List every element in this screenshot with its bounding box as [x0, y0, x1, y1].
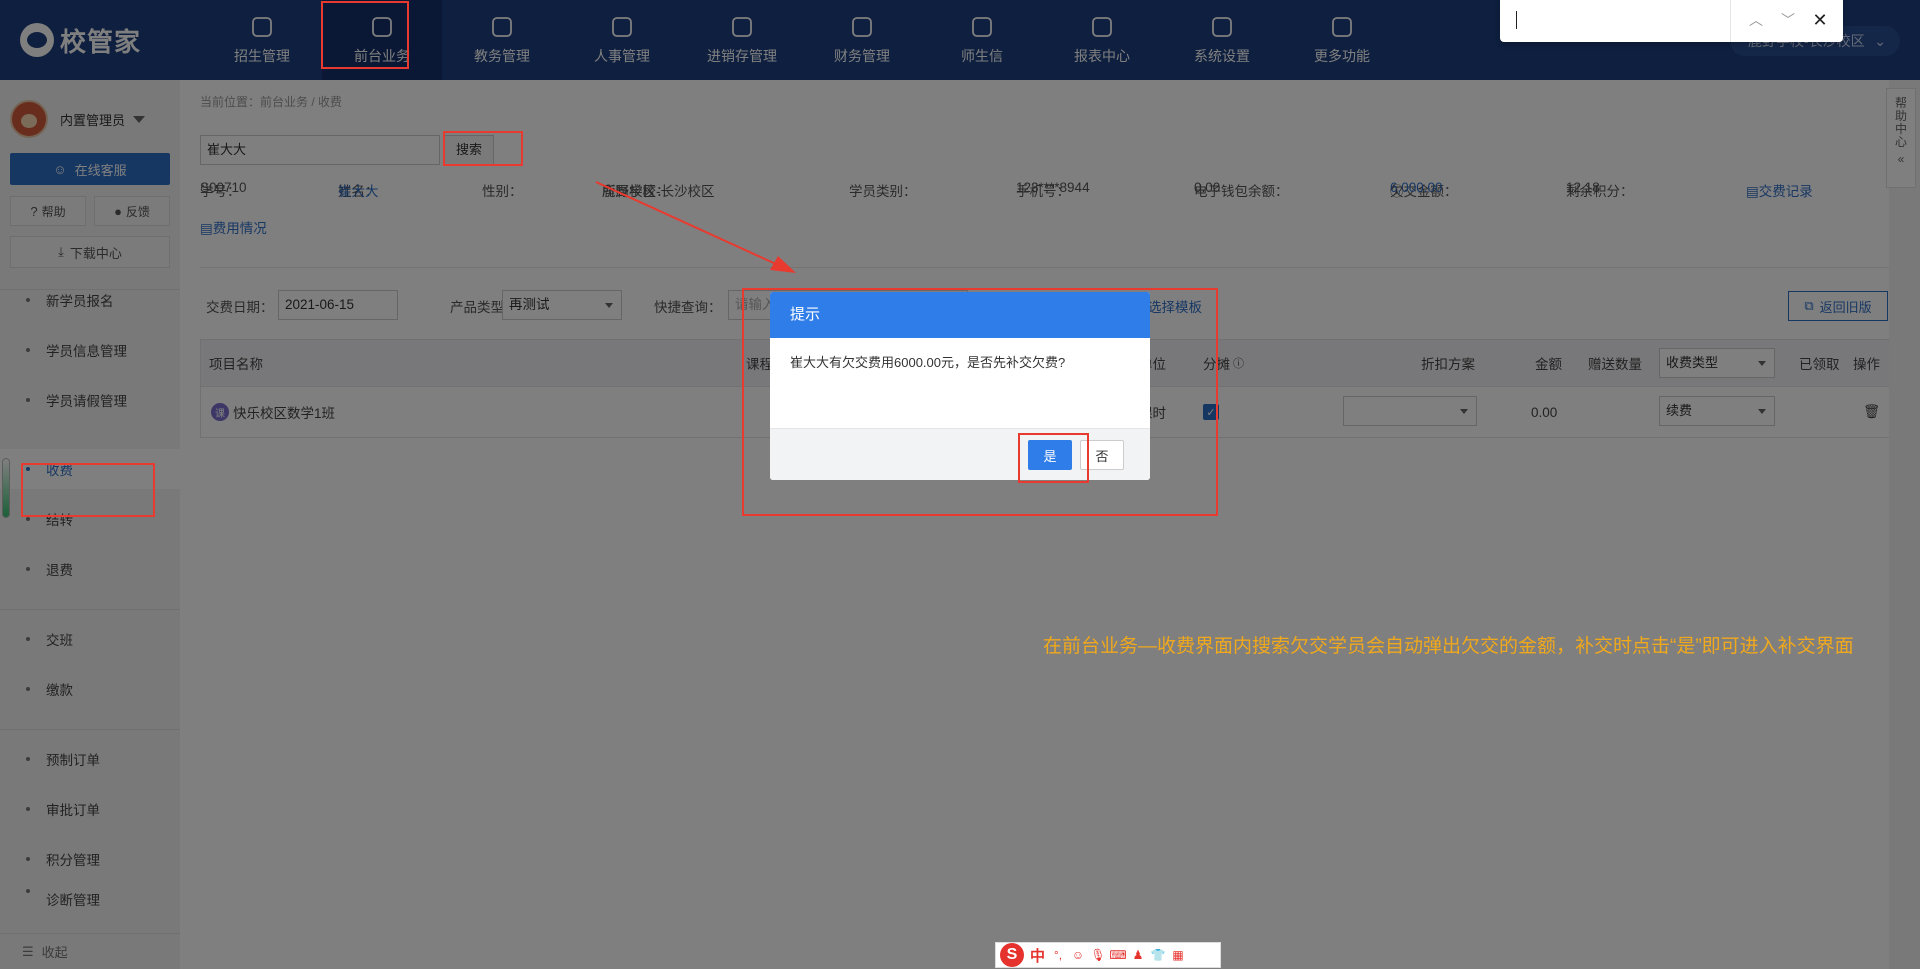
- microphone-icon[interactable]: 🎙: [1090, 948, 1105, 962]
- find-previous-icon[interactable]: ︿: [1746, 10, 1766, 30]
- punctuation-icon[interactable]: °,: [1051, 948, 1065, 962]
- keyboard-icon[interactable]: ⌨: [1109, 948, 1126, 962]
- annotation-arrow: [595, 181, 796, 273]
- ime-toolbar: S 中 °, ☺ 🎙 ⌨ ♟ 👕 ▦: [995, 942, 1221, 968]
- emoji-icon[interactable]: ☺: [1071, 948, 1085, 962]
- toolbox-icon[interactable]: ▦: [1171, 948, 1185, 962]
- sogou-logo[interactable]: S: [1000, 943, 1024, 967]
- divider: [1730, 0, 1731, 42]
- tutorial-annotation: 在前台业务—收费界面内搜索欠交学员会自动弹出欠交的金额，补交时点击“是”即可进入…: [1043, 636, 1854, 657]
- skin-icon[interactable]: 👕: [1151, 948, 1166, 962]
- find-in-page-bar: ︿ ﹀ ✕: [1500, 0, 1843, 42]
- ime-language-toggle[interactable]: 中: [1030, 945, 1045, 966]
- user-icon[interactable]: ♟: [1131, 948, 1145, 962]
- close-icon[interactable]: ✕: [1810, 10, 1830, 30]
- find-input[interactable]: [1516, 11, 1517, 29]
- find-next-icon[interactable]: ﹀: [1778, 10, 1798, 30]
